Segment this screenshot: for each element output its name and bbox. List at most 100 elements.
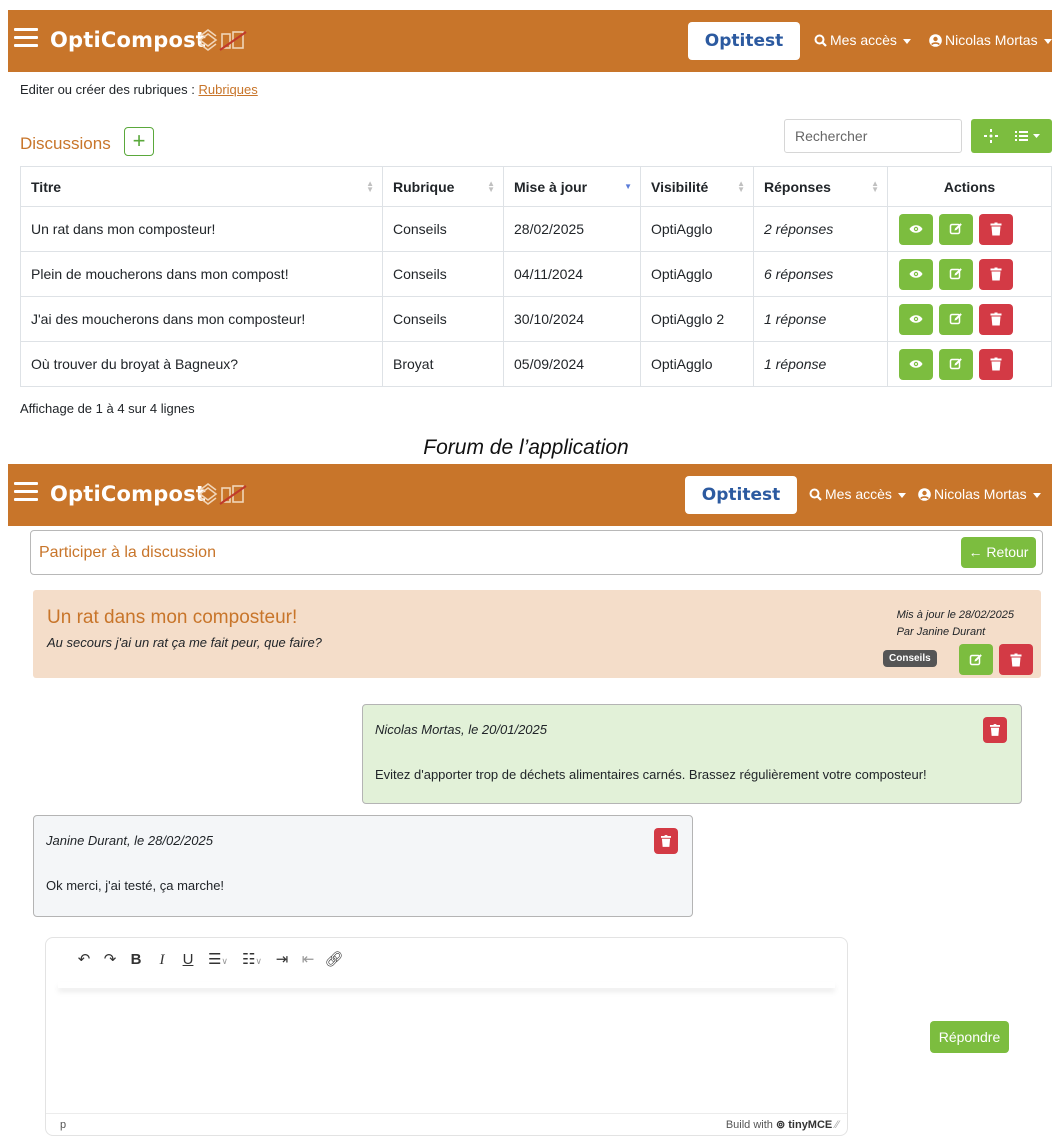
column-header-reponses[interactable]: Réponses ▲ ▼ <box>753 166 888 207</box>
sort-desc-icon: ▼ <box>624 182 632 191</box>
view-button[interactable] <box>899 213 933 245</box>
edit-button[interactable] <box>938 213 973 245</box>
search-icon <box>809 488 822 501</box>
resize-handle-icon[interactable]: ⁄⁄ <box>835 1119 839 1131</box>
env-button[interactable]: Optitest <box>688 22 800 60</box>
cell-visibilite: OptiAgglo 2 <box>640 296 754 342</box>
delete-post-button[interactable] <box>999 644 1034 675</box>
compost-logo-icon <box>198 483 247 505</box>
outdent-icon[interactable]: ⇤ <box>295 948 321 972</box>
user-icon <box>929 34 942 47</box>
rubrics-link[interactable]: Rubriques <box>198 82 257 97</box>
user-menu[interactable]: Nicolas Mortas <box>918 486 1041 502</box>
edit-button[interactable] <box>938 348 973 380</box>
category-badge: Conseils <box>883 650 937 667</box>
menu-icon[interactable] <box>14 28 38 48</box>
delete-button[interactable] <box>978 348 1013 380</box>
cell-titre: Plein de moucherons dans mon compost! <box>20 251 383 297</box>
delete-message-button[interactable] <box>654 828 678 854</box>
access-menu[interactable]: Mes accès <box>809 486 906 502</box>
top-navbar: OptiCompost Optitest Mes accès Nicolas M… <box>8 10 1052 72</box>
table-row[interactable]: Plein de moucherons dans mon compost! Con… <box>20 251 1052 297</box>
list-columns-icon[interactable] <box>1015 130 1041 142</box>
cell-visibilite: OptiAgglo <box>640 341 754 387</box>
view-button[interactable] <box>899 303 933 335</box>
bold-icon[interactable]: B <box>123 948 149 972</box>
brand-name[interactable]: OptiCompost <box>50 482 206 506</box>
add-discussion-button[interactable]: + <box>124 127 154 156</box>
bullet-list-icon[interactable]: ☷∨ <box>235 948 269 972</box>
access-menu-label: Mes accès <box>830 32 897 48</box>
reply-button[interactable]: Répondre <box>930 1021 1009 1053</box>
compost-logo-icon <box>198 29 247 51</box>
table-row[interactable]: Où trouver du broyat à Bagneux? Broyat 05/… <box>20 341 1052 387</box>
delete-button[interactable] <box>978 213 1013 245</box>
editor-statusbar: p Build with ⊚ tinyMCE ⁄⁄ <box>46 1113 847 1135</box>
back-button[interactable]: ← Retour <box>961 537 1036 568</box>
move-icon[interactable] <box>984 129 998 143</box>
post-updated: Mis à jour le 28/02/2025 <box>896 609 1014 621</box>
user-menu[interactable]: Nicolas Mortas <box>929 32 1052 48</box>
edit-rubrics-line: Editer ou créer des rubriques : Rubrique… <box>20 82 258 97</box>
edit-post-button[interactable] <box>959 644 993 675</box>
view-button[interactable] <box>899 258 933 290</box>
editor-toolbar: ↶ ↷ B I U ☰∨ ☷∨ ⇥ ⇤ 🔗︎ <box>71 948 347 972</box>
env-button[interactable]: Optitest <box>685 476 797 514</box>
table-row[interactable]: J'ai des moucherons dans mon composteur!… <box>20 296 1052 342</box>
column-header-titre[interactable]: Titre ▲ ▼ <box>20 166 383 207</box>
cell-rubrique: Conseils <box>382 296 504 342</box>
link-icon[interactable]: 🔗︎ <box>321 948 347 972</box>
brand-name[interactable]: OptiCompost <box>50 28 206 52</box>
trash-icon <box>661 835 671 847</box>
delete-message-button[interactable] <box>983 717 1007 743</box>
cell-date: 04/11/2024 <box>503 251 641 297</box>
table-tools <box>971 119 1052 153</box>
italic-icon[interactable]: I <box>149 948 175 972</box>
cell-rubrique: Conseils <box>382 251 504 297</box>
reply-editor[interactable]: ↶ ↷ B I U ☰∨ ☷∨ ⇥ ⇤ 🔗︎ p Build with ⊚ ti… <box>45 937 848 1136</box>
build-with-label: Build with <box>725 1119 773 1131</box>
cell-rubrique: Conseils <box>382 206 504 252</box>
indent-icon[interactable]: ⇥ <box>269 948 295 972</box>
post-title: Un rat dans mon composteur! <box>47 607 298 628</box>
user-menu-label: Nicolas Mortas <box>934 486 1027 502</box>
tinymce-brand: tinyMCE <box>788 1119 833 1131</box>
reply-message: Janine Durant, le 28/02/2025 Ok merci, j… <box>33 815 693 917</box>
cell-actions <box>887 296 1052 342</box>
column-header-date[interactable]: Mise à jour ▼ <box>503 166 641 207</box>
numbered-list-icon[interactable]: ☰∨ <box>201 948 235 972</box>
message-author: Nicolas Mortas, le 20/01/2025 <box>375 722 547 737</box>
cell-reponses: 1 réponse <box>753 341 888 387</box>
message-text: Ok merci, j'ai testé, ça marche! <box>46 878 225 893</box>
access-menu[interactable]: Mes accès <box>814 32 911 48</box>
undo-icon[interactable]: ↶ <box>71 948 97 972</box>
cell-titre: Un rat dans mon composteur! <box>20 206 383 252</box>
cell-visibilite: OptiAgglo <box>640 206 754 252</box>
search-input[interactable] <box>784 119 962 153</box>
editor-branding: Build with ⊚ tinyMCE ⁄⁄ <box>725 1119 839 1131</box>
edit-button[interactable] <box>938 258 973 290</box>
eye-icon <box>909 270 923 278</box>
delete-button[interactable] <box>978 258 1013 290</box>
delete-button[interactable] <box>978 303 1013 335</box>
reply-message: Nicolas Mortas, le 20/01/2025 Evitez d'a… <box>362 704 1022 804</box>
redo-icon[interactable]: ↷ <box>97 948 123 972</box>
table-row[interactable]: Un rat dans mon composteur! Conseils 28/02… <box>20 206 1052 252</box>
menu-icon[interactable] <box>14 482 38 502</box>
eye-icon <box>909 315 923 323</box>
edit-icon <box>949 223 962 235</box>
edit-button[interactable] <box>938 303 973 335</box>
post-meta: Mis à jour le 28/02/2025 Par Janine Dura… <box>897 607 1014 641</box>
sort-icon: ▲ ▼ <box>487 179 495 194</box>
view-button[interactable] <box>899 348 933 380</box>
table-header-row: Titre ▲ ▼ Rubrique ▲ ▼ Mise à jour ▼ Visibili… <box>20 166 1052 207</box>
column-header-visibilite[interactable]: Visibilité ▲ ▼ <box>640 166 754 207</box>
cell-rubrique: Broyat <box>382 341 504 387</box>
post-author: Par Janine Durant <box>896 626 986 638</box>
element-path: p <box>60 1119 67 1131</box>
participate-title: Participer à la discussion <box>39 544 216 561</box>
chevron-down-icon <box>1032 492 1041 498</box>
column-header-rubrique[interactable]: Rubrique ▲ ▼ <box>382 166 504 207</box>
underline-icon[interactable]: U <box>175 948 201 972</box>
discussions-table: Titre ▲ ▼ Rubrique ▲ ▼ Mise à jour ▼ Visibili… <box>20 166 1052 387</box>
